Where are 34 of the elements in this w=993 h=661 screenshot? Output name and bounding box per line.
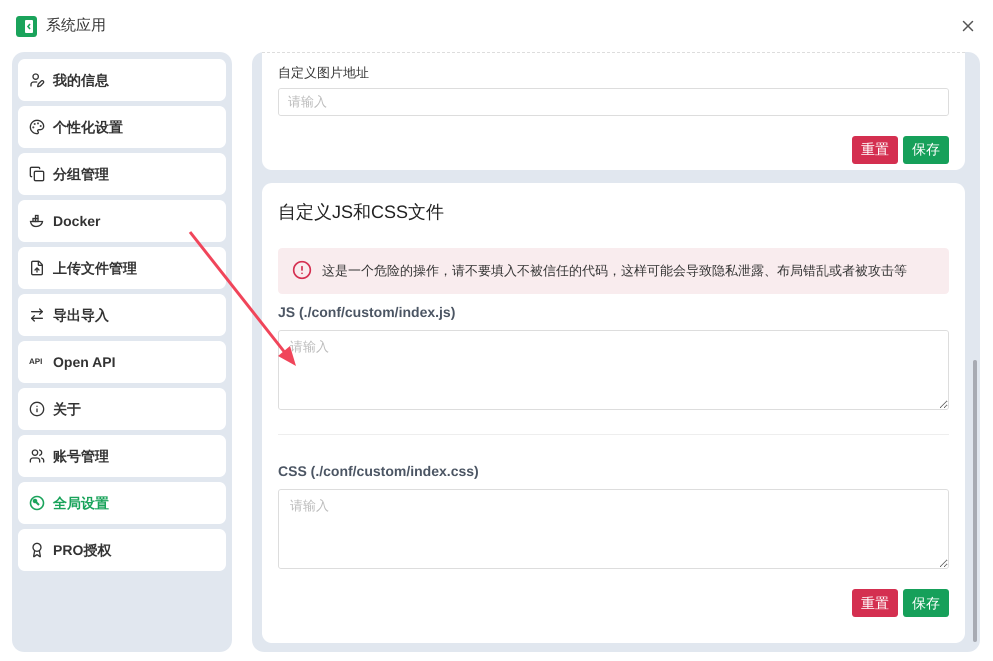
user-pen-icon (29, 72, 45, 88)
file-upload-icon (29, 260, 45, 276)
sidebar-item[interactable]: 个性化设置 (18, 106, 226, 148)
reset-button[interactable]: 重置 (852, 589, 898, 617)
sidebar-item[interactable]: 上传文件管理 (18, 247, 226, 289)
window-title: 系统应用 (46, 16, 106, 36)
alert-text: 这是一个危险的操作，请不要填入不被信任的代码，这样可能会导致隐私泄露、布局错乱或者被攻击等 (322, 262, 907, 280)
sidebar-item[interactable]: PRO授权 (18, 529, 226, 571)
input-field[interactable]: 请输入 (278, 88, 949, 116)
sidebar-item[interactable]: 关于 (18, 388, 226, 430)
info-icon (29, 401, 45, 417)
api-icon: API (29, 356, 45, 368)
app-logo-icon (16, 16, 37, 36)
sidebar-item[interactable]: 我的信息 (18, 59, 226, 101)
sidebar-item[interactable]: 分组管理 (18, 153, 226, 195)
text-area[interactable]: 请输入 (278, 489, 949, 569)
sidebar-item[interactable]: 账号管理 (18, 435, 226, 477)
scrollbar[interactable] (973, 360, 977, 642)
whale-icon (29, 213, 45, 229)
copy-icon (29, 166, 45, 182)
field-label: 自定义图片地址 (278, 64, 370, 82)
card-title: 自定义JS和CSS文件 (278, 201, 446, 224)
sidebar-item[interactable]: Docker (18, 200, 226, 242)
alert-icon (292, 260, 312, 280)
reset-button[interactable]: 重置 (852, 136, 898, 164)
sidebar-item[interactable]: 导出导入 (18, 294, 226, 336)
wrench-icon (29, 495, 45, 511)
swap-arrows-icon (29, 307, 45, 323)
field-label: JS (./conf/custom/index.js) (278, 303, 456, 322)
users-icon (29, 448, 45, 464)
sidebar-item[interactable]: API Open API (18, 341, 226, 383)
field-label: CSS (./conf/custom/index.css) (278, 462, 480, 481)
text-area[interactable]: 请输入 (278, 330, 949, 410)
palette-icon (29, 119, 45, 135)
